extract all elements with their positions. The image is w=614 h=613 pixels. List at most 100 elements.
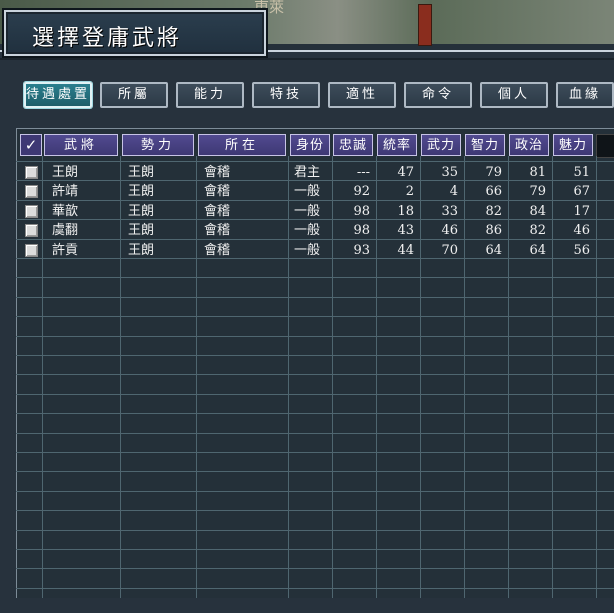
grid-row-line <box>16 549 614 550</box>
cell-intelligence: 86 <box>485 223 502 238</box>
row-checkbox[interactable] <box>25 224 38 237</box>
grid-column-line <box>508 156 509 598</box>
tab-affiliation[interactable]: 所屬 <box>100 82 168 108</box>
grid-row-line <box>16 161 614 162</box>
grid-column-line <box>596 156 597 598</box>
cell-leadership: 44 <box>397 243 414 258</box>
grid-column-line <box>42 156 43 598</box>
grid-column-line <box>332 156 333 598</box>
grid-row-line <box>16 452 614 453</box>
grid-row-line <box>16 471 614 472</box>
header-loyalty[interactable]: 忠誠 <box>333 134 373 156</box>
cell-name: 王朗 <box>52 165 79 180</box>
grid-row-line <box>16 336 614 337</box>
header-leadership[interactable]: 統率 <box>377 134 417 156</box>
tab-personal[interactable]: 個人 <box>480 82 548 108</box>
row-checkbox[interactable] <box>25 166 38 179</box>
cell-location: 會稽 <box>204 204 231 219</box>
cell-name: 虞翻 <box>52 223 79 238</box>
cell-politics: 79 <box>529 184 546 199</box>
header-war[interactable]: 武力 <box>421 134 461 156</box>
tab-treatment[interactable]: 待遇處置 <box>24 82 92 108</box>
header-politics[interactable]: 政治 <box>509 134 549 156</box>
cell-force: 王朗 <box>128 184 155 199</box>
grid-row-line <box>16 277 614 278</box>
cell-force: 王朗 <box>128 223 155 238</box>
cell-location: 會稽 <box>204 165 231 180</box>
cell-force: 王朗 <box>128 204 155 219</box>
cell-charisma: 56 <box>573 243 590 258</box>
header-charisma[interactable]: 魅力 <box>553 134 593 156</box>
grid-row-line <box>16 355 614 356</box>
tab-aptitude[interactable]: 適性 <box>328 82 396 108</box>
grid-row-line <box>16 413 614 414</box>
cell-rank: 一般 <box>294 184 321 199</box>
tab-orders[interactable]: 命令 <box>404 82 472 108</box>
cell-location: 會稽 <box>204 243 231 258</box>
bottom-bar <box>0 598 614 611</box>
cell-war: 4 <box>449 184 458 199</box>
cell-war: 46 <box>441 223 458 238</box>
row-checkbox[interactable] <box>25 244 38 257</box>
header-rank[interactable]: 身份 <box>290 134 330 156</box>
cell-loyalty: 93 <box>353 243 370 258</box>
row-checkbox[interactable] <box>25 185 38 198</box>
cell-charisma: 17 <box>573 204 590 219</box>
grid-row-line <box>16 510 614 511</box>
map-banner-icon <box>418 4 432 46</box>
cell-charisma: 51 <box>573 165 590 180</box>
cell-war: 35 <box>441 165 458 180</box>
cell-intelligence: 82 <box>485 204 502 219</box>
cell-loyalty: 98 <box>353 204 370 219</box>
cell-location: 會稽 <box>204 184 231 199</box>
cell-intelligence: 64 <box>485 243 502 258</box>
cell-politics: 82 <box>529 223 546 238</box>
cell-name: 許貢 <box>52 243 79 258</box>
grid-row-line <box>16 297 614 298</box>
cell-name: 許靖 <box>52 184 79 199</box>
cell-force: 王朗 <box>128 165 155 180</box>
cell-rank: 一般 <box>294 223 321 238</box>
window-title: 選擇登庸武將 <box>32 26 183 51</box>
tab-skills[interactable]: 特技 <box>252 82 320 108</box>
header-intelligence[interactable]: 智力 <box>465 134 505 156</box>
tab-ability[interactable]: 能力 <box>176 82 244 108</box>
grid-column-line <box>196 156 197 598</box>
grid-row-line <box>16 316 614 317</box>
grid-row-line <box>16 374 614 375</box>
cell-leadership: 2 <box>405 184 414 199</box>
grid-row-line <box>16 394 614 395</box>
cell-politics: 84 <box>529 204 546 219</box>
cell-leadership: 47 <box>397 165 414 180</box>
row-checkbox[interactable] <box>25 205 38 218</box>
cell-charisma: 67 <box>573 184 590 199</box>
cell-loyalty: 98 <box>353 223 370 238</box>
cell-loyalty: 92 <box>353 184 370 199</box>
cell-leadership: 43 <box>397 223 414 238</box>
panel-divider <box>0 58 614 60</box>
grid-column-line <box>552 156 553 598</box>
grid-row-line <box>16 568 614 569</box>
cell-loyalty: --- <box>356 165 370 180</box>
grid-column-line <box>376 156 377 598</box>
header-name[interactable]: 武將 <box>44 134 118 156</box>
tab-lineage[interactable]: 血緣 <box>556 82 614 108</box>
cell-war: 70 <box>441 243 458 258</box>
cell-war: 33 <box>441 204 458 219</box>
grid-row-line <box>16 433 614 434</box>
grid-row-line <box>16 491 614 492</box>
cell-rank: 一般 <box>294 204 321 219</box>
cell-rank: 君主 <box>294 165 321 180</box>
cell-charisma: 46 <box>573 223 590 238</box>
header-force[interactable]: 勢力 <box>122 134 194 156</box>
cell-force: 王朗 <box>128 243 155 258</box>
grid-column-line <box>464 156 465 598</box>
grid-column-line <box>288 156 289 598</box>
cell-leadership: 18 <box>397 204 414 219</box>
select-all-checkbox[interactable]: ✓ <box>20 134 42 156</box>
header-location[interactable]: 所在 <box>198 134 286 156</box>
cell-politics: 64 <box>529 243 546 258</box>
cell-intelligence: 79 <box>485 165 502 180</box>
cell-politics: 81 <box>529 165 546 180</box>
grid-row-line <box>16 588 614 589</box>
